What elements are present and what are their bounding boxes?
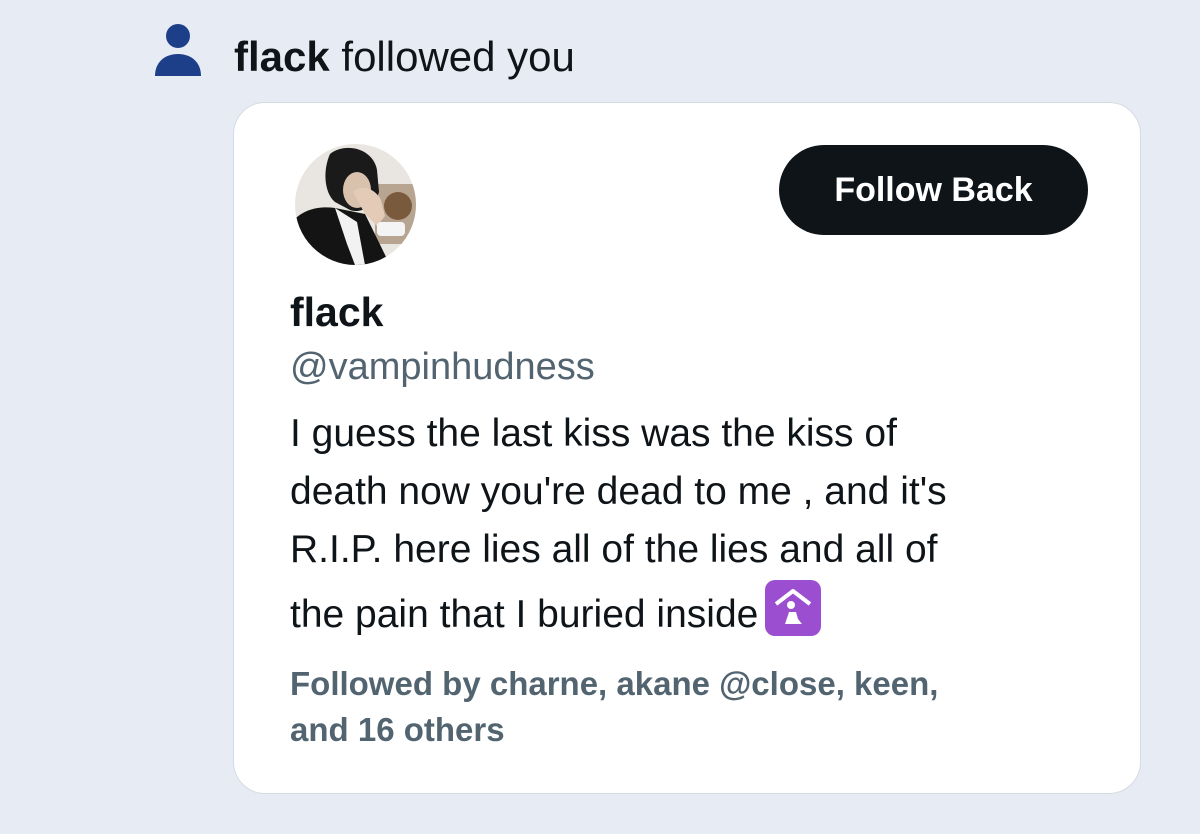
notification-action: followed you <box>341 33 575 80</box>
followed-by-text[interactable]: Followed by charne, akane @close, keen, … <box>290 661 1090 753</box>
profile-bio: I guess the last kiss was the kiss of de… <box>290 405 1090 644</box>
person-icon <box>152 22 204 78</box>
bio-line: death now you're dead to me , and it's <box>290 470 947 513</box>
notification-text: flack followed you <box>234 31 575 83</box>
followed-by-line: Followed by charne, akane @close, keen, <box>290 665 939 702</box>
bio-line: R.I.P. here lies all of the lies and all… <box>290 528 938 571</box>
bio-line: I guess the last kiss was the kiss of <box>290 412 897 455</box>
place-of-worship-emoji-icon <box>764 579 822 637</box>
profile-card[interactable]: Follow Back flack @vampinhudness I guess… <box>233 102 1141 794</box>
followed-by-line: and 16 others <box>290 711 505 748</box>
follow-back-button[interactable]: Follow Back <box>779 145 1088 235</box>
avatar[interactable] <box>295 144 416 265</box>
bio-line-last: the pain that I buried inside <box>290 579 1090 644</box>
notification-actor[interactable]: flack <box>234 33 330 80</box>
bio-line-text: the pain that I buried inside <box>290 593 759 636</box>
user-handle[interactable]: @vampinhudness <box>290 343 595 391</box>
display-name[interactable]: flack <box>290 287 383 337</box>
